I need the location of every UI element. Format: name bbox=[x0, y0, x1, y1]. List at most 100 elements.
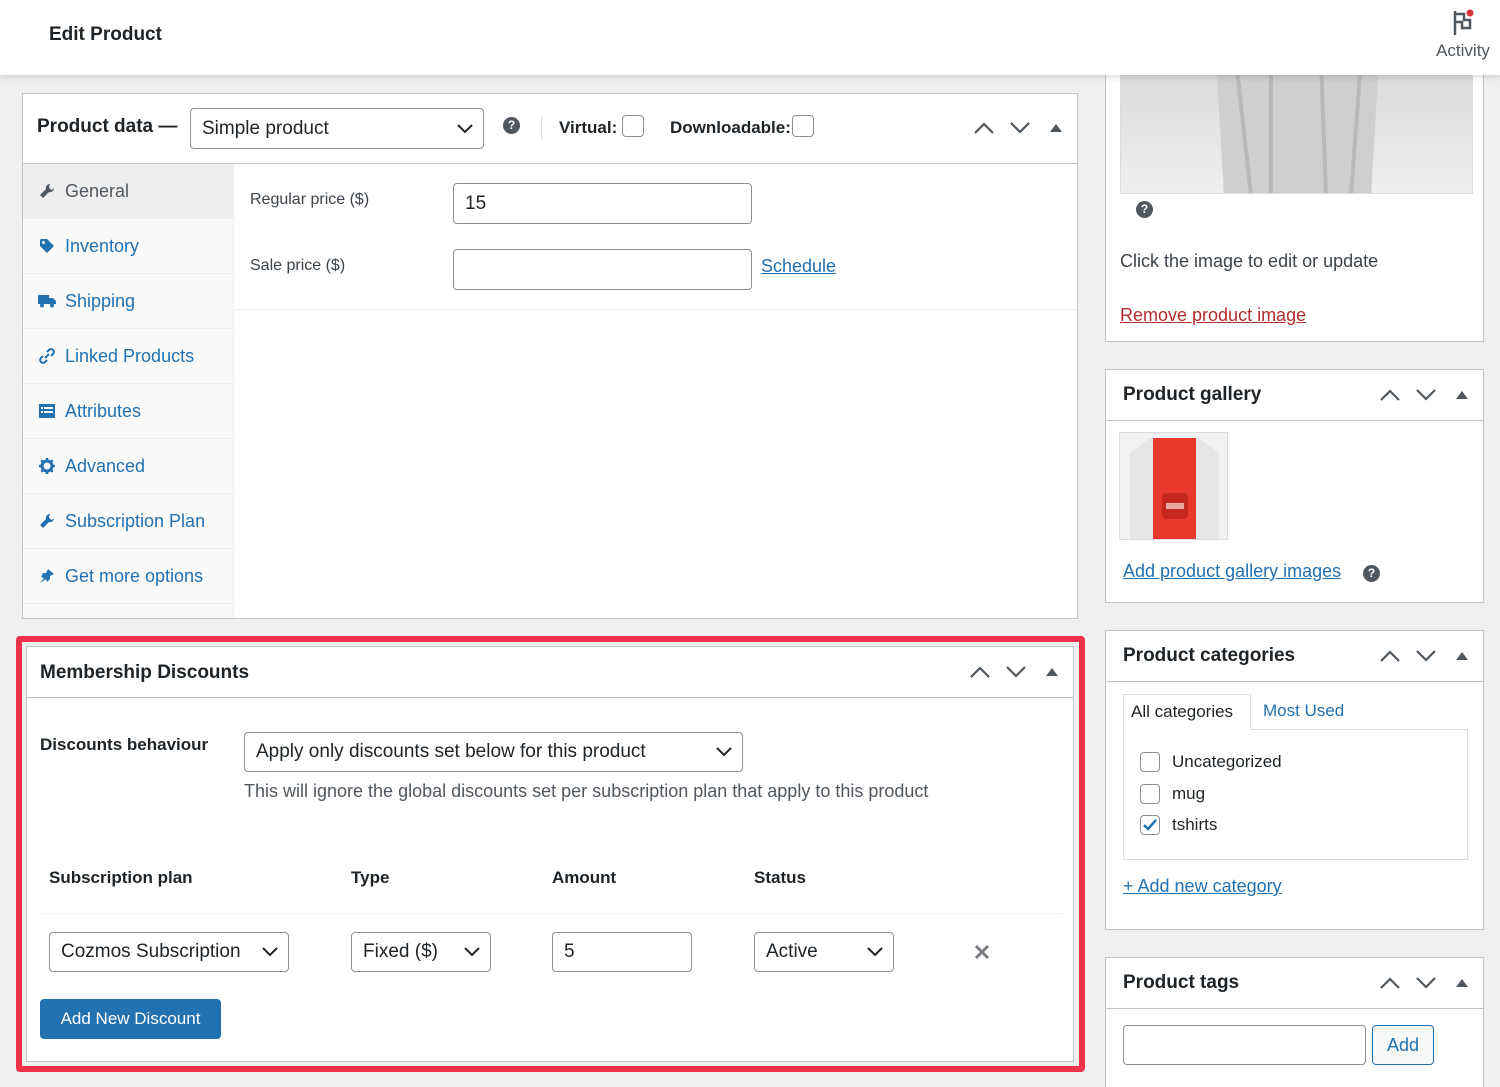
tab-inventory[interactable]: Inventory bbox=[23, 219, 233, 274]
help-icon[interactable]: ? bbox=[1136, 201, 1153, 218]
regular-price-input[interactable]: 15 bbox=[453, 183, 752, 224]
discount-status-select[interactable]: Active bbox=[754, 932, 894, 972]
move-up-icon[interactable] bbox=[1379, 384, 1401, 406]
downloadable-checkbox[interactable] bbox=[792, 115, 814, 137]
discount-amount-input[interactable]: 5 bbox=[552, 932, 692, 972]
add-new-category-link[interactable]: + Add new category bbox=[1123, 876, 1282, 897]
product-tags-panel: Product tags Add bbox=[1105, 957, 1484, 1087]
product-type-value: Simple product bbox=[202, 117, 329, 139]
sale-price-input[interactable] bbox=[453, 249, 752, 290]
membership-discounts-header: Membership Discounts bbox=[27, 647, 1073, 698]
move-down-icon[interactable] bbox=[1415, 384, 1437, 406]
column-type: Type bbox=[351, 868, 390, 887]
tshirt-image bbox=[1216, 61, 1379, 193]
remove-discount-icon[interactable] bbox=[974, 944, 990, 960]
help-icon[interactable]: ? bbox=[1363, 565, 1380, 582]
virtual-checkbox[interactable] bbox=[622, 115, 644, 137]
category-uncategorized[interactable]: Uncategorized bbox=[1140, 752, 1282, 772]
category-mug[interactable]: mug bbox=[1140, 784, 1205, 804]
chevron-down-icon bbox=[262, 947, 278, 957]
move-up-icon[interactable] bbox=[1379, 645, 1401, 667]
collapse-icon[interactable] bbox=[1451, 972, 1473, 994]
panel-controls bbox=[1379, 384, 1473, 406]
discounts-behaviour-label: Discounts behaviour bbox=[40, 735, 209, 754]
category-tshirts[interactable]: tshirts bbox=[1140, 815, 1217, 835]
sale-price-label: Sale price ($) bbox=[250, 257, 346, 274]
tab-subscription-plan[interactable]: Subscription Plan bbox=[23, 494, 233, 549]
product-tags-header: Product tags bbox=[1106, 958, 1483, 1009]
virtual-label: Virtual: bbox=[559, 118, 618, 137]
subscription-plan-select[interactable]: Cozmos Subscription bbox=[49, 932, 289, 972]
wrench-icon bbox=[37, 512, 57, 530]
add-new-discount-button[interactable]: Add New Discount bbox=[40, 999, 221, 1039]
schedule-link[interactable]: Schedule bbox=[761, 256, 836, 277]
activity-button[interactable]: Activity bbox=[1432, 8, 1494, 61]
tab-shipping[interactable]: Shipping bbox=[23, 274, 233, 329]
discount-type-select[interactable]: Fixed ($) bbox=[351, 932, 491, 972]
gallery-thumbnail[interactable] bbox=[1119, 432, 1228, 540]
move-up-icon[interactable] bbox=[973, 117, 995, 139]
product-data-header: Product data — Simple product ? Virtual:… bbox=[23, 94, 1077, 164]
category-checkbox[interactable] bbox=[1140, 752, 1160, 772]
add-gallery-images-link[interactable]: Add product gallery images bbox=[1123, 561, 1341, 582]
category-checkbox-checked[interactable] bbox=[1140, 815, 1160, 835]
product-categories-panel: Product categories All categories Most U… bbox=[1105, 630, 1484, 930]
collapse-icon[interactable] bbox=[1451, 645, 1473, 667]
membership-discounts-title: Membership Discounts bbox=[40, 662, 250, 683]
remove-product-image-link[interactable]: Remove product image bbox=[1120, 305, 1306, 326]
product-categories-header: Product categories bbox=[1106, 631, 1483, 682]
tab-label: General bbox=[65, 180, 130, 201]
divider bbox=[235, 309, 1077, 310]
tab-all-categories[interactable]: All categories bbox=[1123, 694, 1251, 730]
tab-most-used[interactable]: Most Used bbox=[1263, 701, 1344, 721]
collapse-icon[interactable] bbox=[1041, 661, 1063, 683]
move-down-icon[interactable] bbox=[1009, 117, 1031, 139]
tab-linked-products[interactable]: Linked Products bbox=[23, 329, 233, 384]
tag-icon bbox=[37, 237, 57, 255]
product-gallery-header: Product gallery bbox=[1106, 370, 1483, 421]
product-image[interactable] bbox=[1120, 60, 1473, 194]
tab-general[interactable]: General bbox=[23, 164, 233, 219]
move-down-icon[interactable] bbox=[1005, 661, 1027, 683]
column-subscription-plan: Subscription plan bbox=[49, 868, 193, 887]
move-down-icon[interactable] bbox=[1415, 645, 1437, 667]
activity-label: Activity bbox=[1436, 41, 1490, 60]
red-tshirt-image bbox=[1130, 438, 1219, 539]
tab-get-more-options[interactable]: Get more options bbox=[23, 549, 233, 604]
discounts-behaviour-select[interactable]: Apply only discounts set below for this … bbox=[244, 732, 743, 772]
tag-input[interactable] bbox=[1123, 1025, 1366, 1065]
panel-controls bbox=[1379, 972, 1473, 994]
page-title: Edit Product bbox=[49, 24, 162, 45]
category-list: Uncategorized mug tshirts bbox=[1123, 729, 1468, 860]
product-gallery-panel: Product gallery Add product gallery imag… bbox=[1105, 369, 1484, 603]
category-label: tshirts bbox=[1172, 815, 1218, 834]
list-icon bbox=[37, 402, 57, 420]
collapse-icon[interactable] bbox=[1451, 384, 1473, 406]
chevron-down-icon bbox=[464, 947, 480, 957]
move-up-icon[interactable] bbox=[969, 661, 991, 683]
membership-discounts-panel: Membership Discounts Discounts behaviour… bbox=[26, 646, 1074, 1062]
discount-type-value: Fixed ($) bbox=[363, 941, 438, 962]
collapse-icon[interactable] bbox=[1045, 117, 1067, 139]
help-icon[interactable]: ? bbox=[503, 117, 520, 134]
tab-label: Advanced bbox=[65, 455, 146, 476]
regular-price-value: 15 bbox=[465, 192, 487, 214]
move-down-icon[interactable] bbox=[1415, 972, 1437, 994]
add-tag-button[interactable]: Add bbox=[1372, 1025, 1434, 1065]
gear-icon bbox=[37, 457, 57, 475]
tab-label: Shipping bbox=[65, 290, 136, 311]
discount-status-value: Active bbox=[766, 941, 818, 962]
product-type-select[interactable]: Simple product bbox=[190, 108, 484, 149]
category-checkbox[interactable] bbox=[1140, 784, 1160, 804]
plugin-icon bbox=[37, 567, 57, 585]
image-edit-note: Click the image to edit or update bbox=[1120, 251, 1379, 271]
tab-advanced[interactable]: Advanced bbox=[23, 439, 233, 494]
move-up-icon[interactable] bbox=[1379, 972, 1401, 994]
product-categories-title: Product categories bbox=[1123, 645, 1296, 666]
top-bar: Edit Product Activity bbox=[0, 0, 1500, 75]
downloadable-label: Downloadable: bbox=[670, 118, 791, 137]
column-status: Status bbox=[754, 868, 806, 887]
product-tags-title: Product tags bbox=[1123, 972, 1240, 993]
tab-attributes[interactable]: Attributes bbox=[23, 384, 233, 439]
tab-label: Attributes bbox=[65, 400, 142, 421]
